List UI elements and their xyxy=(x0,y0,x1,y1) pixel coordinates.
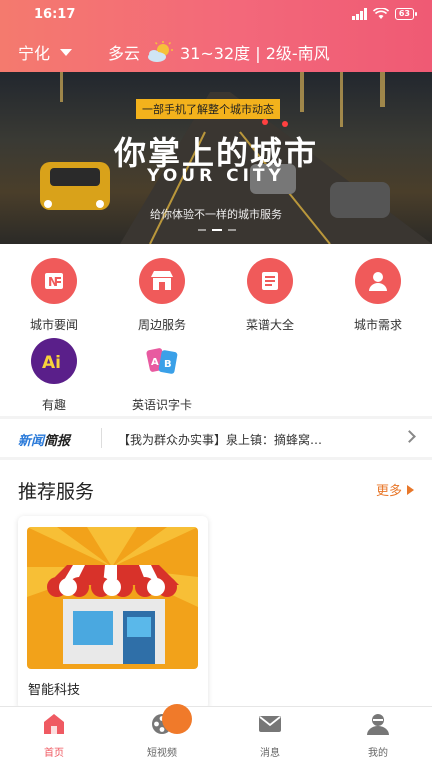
service-label: 英语识字卡 xyxy=(131,398,192,412)
banner-tag: 一部手机了解整个城市动态 xyxy=(136,99,280,119)
service-item-recipes[interactable]: 菜谱大全 xyxy=(222,258,318,333)
home-icon xyxy=(44,714,64,734)
banner-carousel[interactable]: 一部手机了解整个城市动态 你掌上的城市 YOUR CITY 给你体验不一样的城市… xyxy=(0,72,432,244)
partly-cloudy-icon xyxy=(148,41,174,62)
location-label: 宁化 xyxy=(18,44,51,63)
service-label: 城市要闻 xyxy=(29,318,78,332)
card-label: 智能科技 xyxy=(28,683,81,698)
tab-label: 首页 xyxy=(44,748,64,759)
bottom-tab-bar: 首页 短视频 消息 我的 xyxy=(0,706,432,768)
news-icon: N xyxy=(31,258,77,304)
service-grid: N 城市要闻 周边服务 菜谱大全 城市需求 Ai 有趣 AB 英语识字卡 xyxy=(0,244,432,416)
weather-info: 多云 31~32度 | 2级-南风 xyxy=(108,40,330,64)
banner-description: 给你体验不一样的城市服务 xyxy=(150,208,282,221)
triangle-right-icon xyxy=(407,484,414,495)
ai-icon: Ai xyxy=(31,338,77,384)
floating-button-edge[interactable] xyxy=(162,704,192,734)
weather-detail: 31~32度 | 2级-南风 xyxy=(180,44,330,63)
shop-awning-icon xyxy=(27,527,198,669)
tab-mine[interactable]: 我的 xyxy=(324,707,432,768)
weather-condition: 多云 xyxy=(108,44,141,63)
news-headline: 【我为群众办实事】泉上镇：摘蜂窝… xyxy=(118,433,323,447)
store-icon xyxy=(139,258,185,304)
carousel-dots xyxy=(198,229,236,231)
service-label: 城市需求 xyxy=(353,318,402,332)
mail-icon xyxy=(259,716,281,732)
service-label: 有趣 xyxy=(41,398,66,412)
signal-icon xyxy=(351,8,367,20)
divider xyxy=(101,428,102,448)
top-header: 16:17 63 宁化 多云 31~32度 | 2级-南风 xyxy=(0,0,432,72)
recommended-section: 推荐服务 更多 智能科技 xyxy=(0,460,432,710)
tab-label: 短视频 xyxy=(147,748,177,759)
status-bar: 16:17 63 xyxy=(0,0,432,30)
tab-label: 消息 xyxy=(260,748,280,759)
status-time: 16:17 xyxy=(34,7,76,22)
svg-text:Ai: Ai xyxy=(42,353,61,373)
status-icons: 63 xyxy=(351,8,418,20)
tab-messages[interactable]: 消息 xyxy=(216,707,324,768)
tab-home[interactable]: 首页 xyxy=(0,707,108,768)
chevron-right-icon xyxy=(403,430,416,443)
person-icon xyxy=(355,258,401,304)
service-label: 周边服务 xyxy=(137,318,186,332)
chevron-down-icon xyxy=(60,48,73,56)
svg-text:A: A xyxy=(151,357,159,368)
service-item-city-needs[interactable]: 城市需求 xyxy=(330,258,426,333)
location-selector[interactable]: 宁化 xyxy=(18,40,73,64)
section-title: 推荐服务 xyxy=(18,481,95,503)
banner-subtitle: YOUR CITY xyxy=(147,166,285,186)
more-label: 更多 xyxy=(375,484,402,499)
tab-label: 我的 xyxy=(368,748,388,759)
svg-text:B: B xyxy=(164,359,172,370)
battery-icon: 63 xyxy=(394,8,418,20)
service-item-fun[interactable]: Ai 有趣 xyxy=(6,338,102,413)
user-icon xyxy=(367,714,389,735)
flashcards-icon: AB xyxy=(139,338,185,384)
news-brand: 新闻简报 xyxy=(18,434,71,449)
service-item-english-cards[interactable]: AB 英语识字卡 xyxy=(114,338,210,413)
service-card[interactable]: 智能科技 xyxy=(18,516,208,710)
service-item-nearby[interactable]: 周边服务 xyxy=(114,258,210,333)
recipe-book-icon xyxy=(247,258,293,304)
service-label: 菜谱大全 xyxy=(245,318,294,332)
service-item-city-news[interactable]: N 城市要闻 xyxy=(6,258,102,333)
wifi-icon xyxy=(372,8,389,19)
news-ticker[interactable]: 新闻简报 【我为群众办实事】泉上镇：摘蜂窝… xyxy=(0,419,432,457)
more-link[interactable]: 更多 xyxy=(376,480,414,499)
